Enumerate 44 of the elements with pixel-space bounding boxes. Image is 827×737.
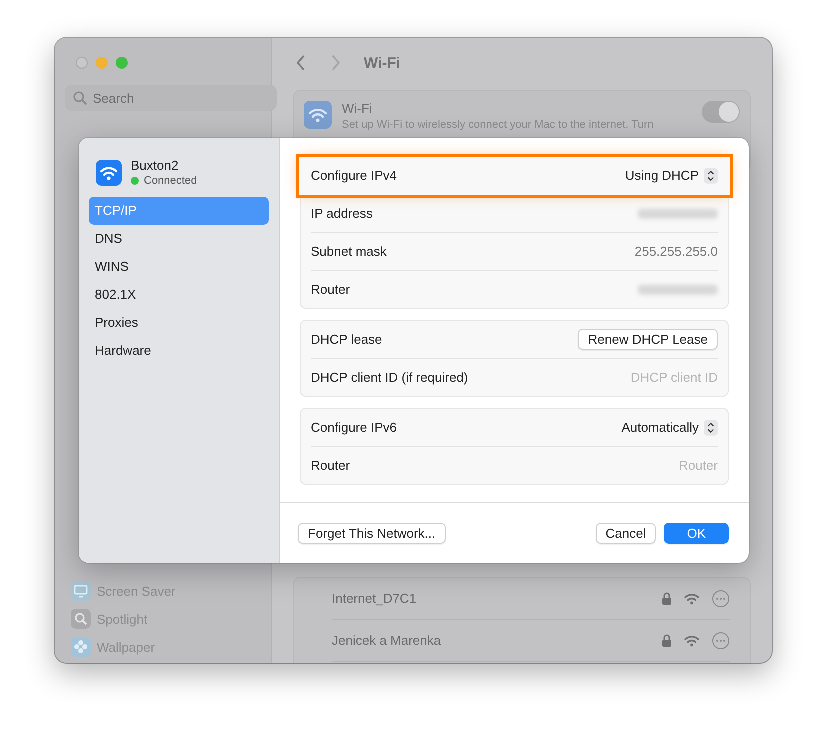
sidebar-tab[interactable]: Hardware bbox=[89, 337, 269, 365]
wifi-toggle[interactable] bbox=[702, 101, 740, 123]
wifi-signal-icon bbox=[684, 634, 700, 646]
more-icon[interactable] bbox=[712, 632, 730, 650]
zoom-button[interactable] bbox=[116, 57, 128, 69]
popup-menu[interactable]: Automatically bbox=[622, 420, 718, 436]
row-label: DHCP client ID (if required) bbox=[311, 370, 468, 385]
stepper-icon bbox=[704, 168, 718, 184]
sidebar-tab[interactable]: DNS bbox=[89, 225, 269, 253]
stepper-icon bbox=[704, 420, 718, 436]
sidebar-tab[interactable]: 802.1X bbox=[89, 281, 269, 309]
screen-icon bbox=[71, 581, 91, 601]
window-title: Wi-Fi bbox=[364, 54, 401, 72]
wifi-icon bbox=[304, 101, 332, 129]
network-name: Buxton2 bbox=[131, 158, 180, 173]
sidebar-tab[interactable]: WINS bbox=[89, 253, 269, 281]
wifi-signal-icon bbox=[684, 592, 700, 604]
row-label: Router bbox=[311, 458, 350, 473]
input-field[interactable]: Router bbox=[558, 458, 718, 473]
magnifier-icon bbox=[71, 609, 91, 629]
forget-button[interactable]: Forget This Network... bbox=[298, 522, 446, 544]
more-icon[interactable] bbox=[712, 590, 730, 608]
row-label: Configure IPv6 bbox=[311, 420, 397, 435]
row-label: IP address bbox=[311, 206, 373, 221]
connection-status: Connected bbox=[144, 175, 198, 187]
forward-icon[interactable] bbox=[331, 55, 341, 71]
renew-button[interactable]: Renew DHCP Lease bbox=[578, 329, 718, 350]
close-button[interactable] bbox=[76, 57, 88, 69]
wifi-title: Wi-Fi bbox=[342, 101, 374, 116]
cancel-button[interactable]: Cancel bbox=[596, 522, 656, 544]
sidebar-tab[interactable]: Proxies bbox=[89, 309, 269, 337]
flower-icon bbox=[71, 637, 91, 657]
row-label: Subnet mask bbox=[311, 244, 387, 259]
row-label: Configure IPv4 bbox=[311, 168, 397, 183]
wifi-icon bbox=[96, 160, 122, 186]
row-value: 255.255.255.0 bbox=[634, 244, 718, 259]
minimize-button[interactable] bbox=[96, 57, 108, 69]
search-field[interactable]: Search bbox=[65, 85, 277, 111]
ok-button[interactable]: OK bbox=[664, 522, 729, 544]
back-icon[interactable] bbox=[296, 55, 306, 71]
input-field[interactable]: DHCP client ID bbox=[558, 370, 718, 385]
popup-menu[interactable]: Using DHCP bbox=[625, 168, 718, 184]
row-label: DHCP lease bbox=[311, 332, 382, 347]
row-label: Router bbox=[311, 282, 350, 297]
